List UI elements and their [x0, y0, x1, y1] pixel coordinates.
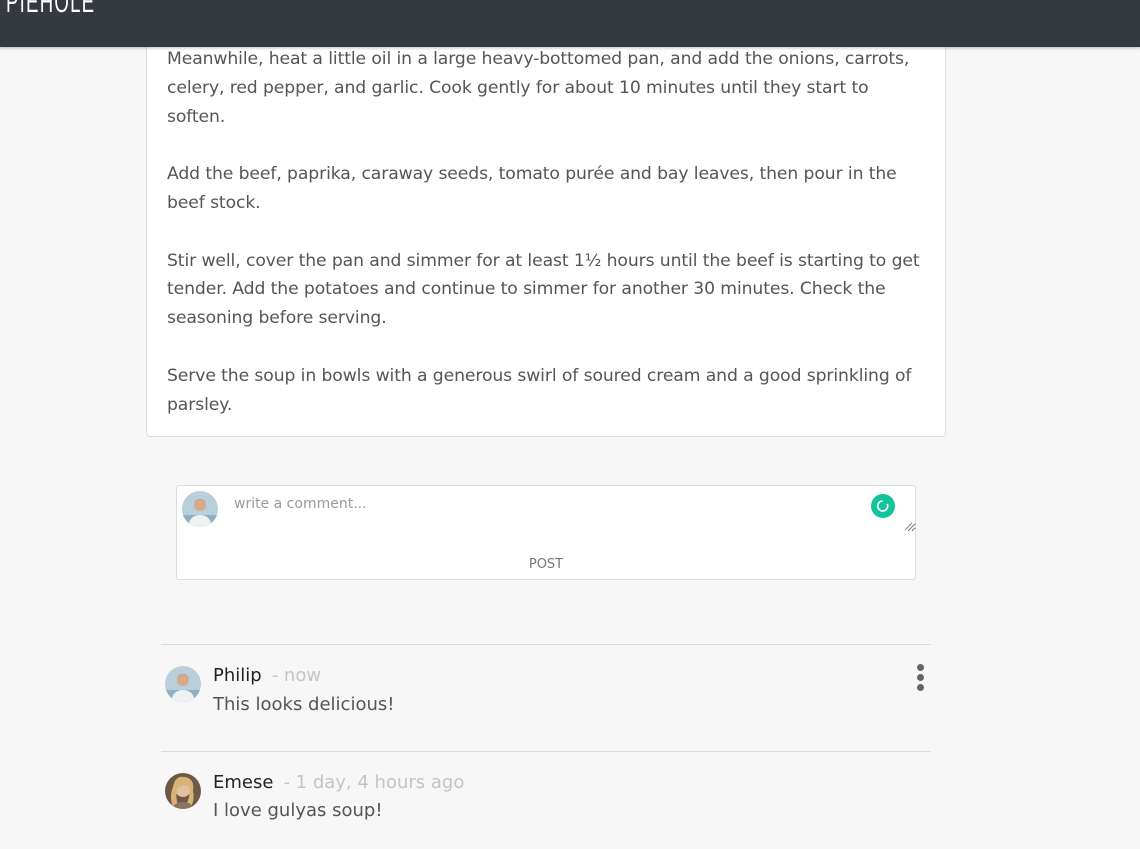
- recipe-step: Meanwhile, heat a little oil in a large …: [167, 49, 910, 127]
- comment-timestamp: - 1 day, 4 hours ago: [283, 772, 465, 793]
- comment-item: Emese - 1 day, 4 hours ago I love gulyas …: [161, 751, 931, 849]
- comment-form: POST: [176, 485, 916, 580]
- recipe-step: Add the beef, paprika, caraway seeds, to…: [167, 164, 897, 213]
- brand-logo[interactable]: PIEHOLE: [6, 0, 95, 20]
- grammar-check-icon[interactable]: [871, 494, 895, 518]
- comment-author[interactable]: Emese: [213, 772, 273, 793]
- recipe-instructions-card: Meanwhile, heat a little oil in a large …: [146, 30, 946, 437]
- recipe-step: Serve the soup in bowls with a generous …: [167, 365, 912, 415]
- current-user-avatar: [182, 491, 218, 527]
- recipe-step: Stir well, cover the pan and simmer for …: [167, 250, 920, 329]
- comment-text: I love gulyas soup!: [213, 800, 383, 821]
- comment-text: This looks delicious!: [213, 694, 395, 715]
- top-navbar: PIEHOLE: [0, 0, 1140, 47]
- comment-timestamp: - now: [271, 665, 322, 686]
- comment-author[interactable]: Philip: [213, 665, 262, 686]
- commenter-avatar[interactable]: [165, 666, 201, 702]
- post-comment-button[interactable]: POST: [177, 552, 915, 576]
- comment-header: Emese - 1 day, 4 hours ago: [213, 772, 464, 793]
- comment-input[interactable]: [221, 486, 916, 532]
- commenter-avatar[interactable]: [165, 773, 201, 809]
- comment-menu-icon[interactable]: [914, 664, 928, 692]
- resize-handle-icon[interactable]: [903, 521, 913, 531]
- comment-item: Philip - now This looks delicious!: [161, 644, 931, 751]
- comment-header: Philip - now: [213, 665, 321, 686]
